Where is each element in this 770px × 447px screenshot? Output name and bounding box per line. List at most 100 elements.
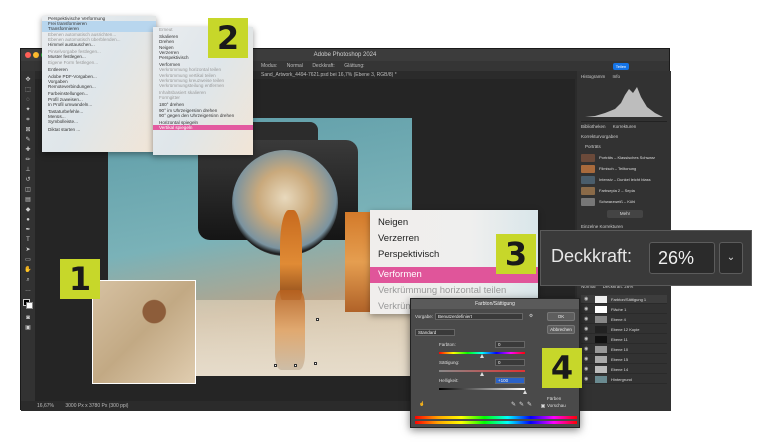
background-color-swatch[interactable]	[26, 302, 33, 309]
layer-thumbnail	[595, 346, 607, 353]
layer-row[interactable]: ◉ Ebene 10	[581, 345, 667, 354]
zoom-level[interactable]: 16,67%	[37, 403, 54, 409]
preset-label: Schwarzweiß – Kühl	[599, 199, 636, 204]
layer-row[interactable]: ◉ Ebene 11	[581, 335, 667, 344]
transform-handle[interactable]	[314, 362, 317, 365]
eyedropper-plus-icon[interactable]: ✎	[519, 401, 524, 408]
quick-mask-icon[interactable]: ◙	[24, 315, 32, 322]
crop-tool-icon[interactable]: ⌗	[24, 117, 32, 124]
share-button[interactable]: Teilen	[613, 63, 629, 70]
more-tools-icon[interactable]: …	[24, 287, 32, 294]
layer-row[interactable]: ◉ Ebene 12 Kopie	[581, 325, 667, 334]
shape-tool-icon[interactable]: ▭	[24, 257, 32, 264]
document-tab[interactable]: Sand_Artwork_4494-7621.psd bei 16,7% (Eb…	[261, 71, 581, 79]
tab-libraries[interactable]: Bibliotheken	[581, 124, 606, 129]
transform-handle[interactable]	[316, 318, 319, 321]
preset-label: Porträts – Klassisches Schwarz	[599, 155, 656, 160]
eye-icon[interactable]: ◉	[584, 357, 588, 362]
preset-row[interactable]: Porträts – Klassisches Schwarz	[581, 153, 667, 163]
eye-icon[interactable]: ◉	[584, 297, 588, 302]
minimize-window-icon[interactable]	[33, 52, 39, 58]
layer-thumbnail	[595, 356, 607, 363]
cancel-button[interactable]: Abbrechen	[547, 325, 575, 334]
close-window-icon[interactable]	[25, 52, 31, 58]
layer-name: Fläche 1	[611, 307, 627, 312]
preset-row[interactable]: Intensiv – Dunkel leicht blass	[581, 175, 667, 185]
eye-icon[interactable]: ◉	[584, 327, 588, 332]
hue-slider-knob[interactable]	[480, 354, 484, 358]
pen-tool-icon[interactable]: ✒	[24, 227, 32, 234]
eye-icon[interactable]: ◉	[584, 337, 588, 342]
option-mode-value[interactable]: Normal	[287, 63, 303, 69]
eyedropper-tool-icon[interactable]: ✎	[24, 137, 32, 144]
brush-tool-icon[interactable]: ✏	[24, 157, 32, 164]
colorize-checkbox-label[interactable]: Färben	[547, 396, 561, 401]
layer-row[interactable]: ◉ Farbton/Sättigung 1	[581, 295, 667, 304]
hand-target-icon[interactable]: ☝	[419, 401, 425, 407]
portraits-header[interactable]: Porträts	[581, 143, 667, 151]
history-brush-tool-icon[interactable]: ↺	[24, 177, 32, 184]
move-tool-icon[interactable]: ✥	[24, 77, 32, 84]
tab-info[interactable]: Info	[613, 74, 621, 79]
layer-row[interactable]: ◉ Ebene 15	[581, 355, 667, 364]
channel-select[interactable]: Standard	[415, 329, 455, 336]
layer-row[interactable]: ◉ Fläche 1	[581, 305, 667, 314]
menu-item[interactable]: Diktat starten ...	[42, 127, 156, 132]
tab-histogram[interactable]: Histogramm	[581, 74, 605, 79]
chevron-down-icon[interactable]: ⌄	[719, 242, 743, 274]
preset-row[interactable]: Filmisch – Teiltonung	[581, 164, 667, 174]
transform-handle[interactable]	[274, 364, 277, 367]
adjustment-presets-header[interactable]: Korrekturvorgaben	[581, 133, 667, 141]
preset-select[interactable]: Benutzerdefiniert	[435, 313, 523, 320]
preset-row[interactable]: Schwarzweiß – Kühl	[581, 197, 667, 207]
opacity-field[interactable]: 26%	[649, 242, 715, 274]
eye-icon[interactable]: ◉	[584, 377, 588, 382]
menu-item-skew[interactable]: Neigen	[370, 215, 538, 231]
zoom-tool-icon[interactable]: ⌕	[24, 277, 32, 284]
tab-adjustments[interactable]: Korrekturen	[613, 124, 637, 129]
stamp-tool-icon[interactable]: ⊥	[24, 167, 32, 174]
layer-row[interactable]: ◉ Hintergrund	[581, 375, 667, 384]
lightness-slider-knob[interactable]	[523, 390, 527, 394]
saturation-slider-knob[interactable]	[480, 372, 484, 376]
more-presets-button[interactable]: Mehr	[607, 210, 643, 218]
menu-item-split-horizontal[interactable]: Verkrümmung horizontal teilen	[370, 283, 538, 299]
frame-tool-icon[interactable]: ⊠	[24, 127, 32, 134]
type-tool-icon[interactable]: T	[24, 237, 32, 244]
preset-label: Intensiv – Dunkel leicht blass	[599, 177, 651, 182]
eye-icon[interactable]: ◉	[584, 307, 588, 312]
eye-icon[interactable]: ◉	[584, 367, 588, 372]
submenu-item-flip-vertical[interactable]: Vertikal spiegeln	[153, 125, 253, 131]
lasso-tool-icon[interactable]: ◌	[24, 97, 32, 104]
hue-value-field[interactable]: 0	[495, 341, 525, 348]
layer-row[interactable]: ◉ Ebene 14	[581, 365, 667, 374]
opacity-label: Deckkraft:	[551, 246, 633, 266]
eraser-tool-icon[interactable]: ◫	[24, 187, 32, 194]
ok-button[interactable]: OK	[547, 312, 575, 321]
select-tool-icon[interactable]: ✦	[24, 107, 32, 114]
eye-icon[interactable]: ◉	[584, 317, 588, 322]
option-mode-label: Modus:	[261, 63, 278, 69]
preview-checkbox[interactable]	[541, 404, 545, 408]
marquee-tool-icon[interactable]: ⬚	[24, 87, 32, 94]
gear-icon[interactable]: ⚙	[529, 313, 533, 319]
gradient-tool-icon[interactable]: ▤	[24, 197, 32, 204]
lightness-slider[interactable]	[439, 388, 525, 390]
eyedropper-minus-icon[interactable]: ✎	[527, 401, 532, 408]
blur-tool-icon[interactable]: ◆	[24, 207, 32, 214]
preset-thumbnail	[581, 154, 595, 162]
screen-mode-icon[interactable]: ▣	[24, 325, 32, 332]
lightness-value-field[interactable]: +100	[495, 377, 525, 384]
preview-checkbox-label[interactable]: Vorschau	[547, 403, 566, 408]
dodge-tool-icon[interactable]: ●	[24, 217, 32, 224]
saturation-value-field[interactable]: 0	[495, 359, 525, 366]
healing-tool-icon[interactable]: ✚	[24, 147, 32, 154]
eyedropper-icon[interactable]: ✎	[511, 401, 516, 408]
app-title: Adobe Photoshop 2024	[313, 52, 377, 58]
layer-row[interactable]: ◉ Ebene 4	[581, 315, 667, 324]
path-select-tool-icon[interactable]: ➤	[24, 247, 32, 254]
eye-icon[interactable]: ◉	[584, 347, 588, 352]
hand-tool-icon[interactable]: ✋	[24, 267, 32, 274]
transform-handle[interactable]	[294, 364, 297, 367]
preset-row[interactable]: Farbsepia 2 – Sepia	[581, 186, 667, 196]
